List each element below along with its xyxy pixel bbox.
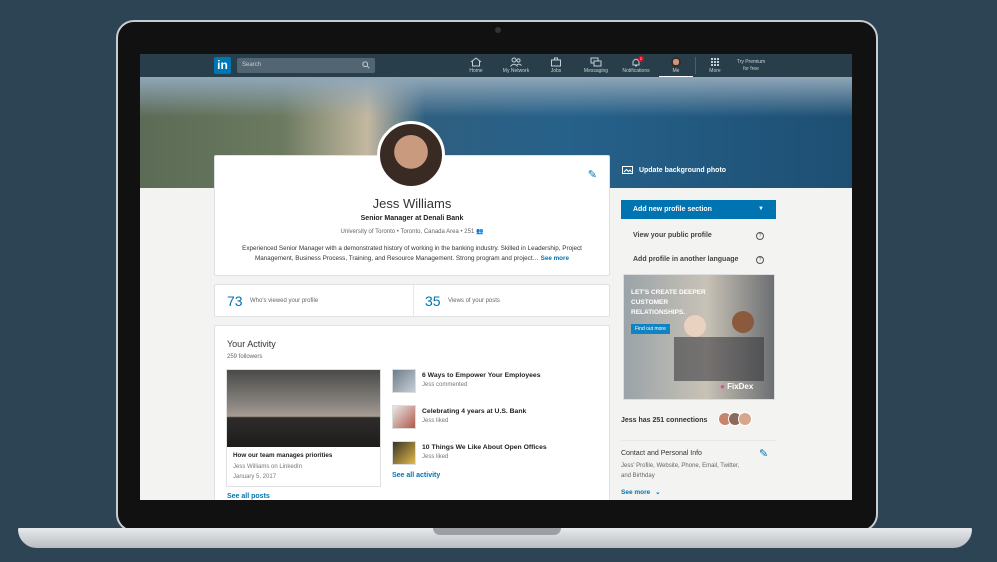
featured-post[interactable]: How our team manages priorities Jess Wil… [226, 369, 381, 487]
laptop-notch [433, 528, 561, 535]
premium-line2: for free [743, 66, 759, 72]
home-icon [470, 57, 482, 67]
search-input[interactable]: Search [237, 58, 375, 73]
ad-person-head [732, 311, 754, 333]
activity-title: Your Activity [227, 339, 276, 349]
followers-count: 259 followers [227, 354, 263, 360]
profile-avatar[interactable] [377, 121, 445, 189]
stats-divider [413, 285, 414, 316]
see-more-link[interactable]: See more [541, 255, 569, 262]
nav-home-label: Home [469, 68, 483, 74]
activity-item-sub: Jess liked [422, 454, 449, 460]
profile-connections-count[interactable]: 251 [464, 229, 474, 235]
views-posts-number: 35 [425, 293, 441, 309]
chevron-down-icon: ⌄ [655, 489, 661, 496]
add-section-label: Add new profile section [633, 206, 712, 213]
nav-messaging[interactable]: Messaging [579, 57, 613, 74]
profile-summary: Experienced Senior Manager with a demons… [229, 244, 595, 264]
summary-text: Experienced Senior Manager with a demons… [242, 245, 582, 262]
profile-school[interactable]: University of Toronto [341, 229, 396, 235]
view-public-profile-link[interactable]: View your public profile [633, 232, 712, 239]
connections-summary[interactable]: Jess has 251 connections [621, 417, 707, 424]
activity-item-title: 10 Things We Like About Open Offices [422, 444, 547, 451]
views-profile-label: Who's viewed your profile [250, 298, 319, 304]
activity-item-title: Celebrating 4 years at U.S. Bank [422, 408, 527, 415]
nav-notifications-label: Notifications [622, 68, 650, 74]
profile-name: Jess Williams [372, 196, 452, 211]
nav-jobs-label: Jobs [550, 68, 562, 74]
nav-notifications[interactable]: 2 Notifications [619, 56, 653, 74]
premium-line1: Try Premium [736, 59, 766, 65]
nav-home[interactable]: Home [459, 57, 493, 74]
see-all-posts-link[interactable]: See all posts [227, 493, 270, 500]
profile-location-line: University of Toronto • Toronto, Canada … [340, 229, 484, 235]
activity-item-title: 6 Ways to Empower Your Employees [422, 372, 541, 379]
activity-card: Your Activity 259 followers How our team… [214, 325, 610, 500]
featured-post-date: January 5, 2017 [233, 474, 277, 480]
activity-thumbnail [392, 369, 416, 393]
nav-more[interactable]: More [698, 57, 732, 74]
avatar-icon [671, 57, 681, 67]
rail-divider [621, 440, 777, 441]
connections-icon: 👥 [475, 229, 484, 235]
help-icon[interactable]: ? [756, 256, 764, 264]
fixdex-ad[interactable]: LET'S CREATE DEEPER CUSTOMER RELATIONSHI… [623, 274, 775, 400]
nav-my-network[interactable]: My Network [499, 57, 533, 74]
photo-icon [622, 166, 633, 174]
contact-info-desc: Jess' Profile, Website, Phone, Email, Tw… [621, 463, 740, 479]
messaging-icon [590, 57, 602, 67]
contact-see-more-label: See more [621, 489, 651, 496]
edit-contact-pencil-icon[interactable]: ✎ [759, 447, 768, 460]
views-posts-label: Views of your posts [448, 298, 500, 304]
stats-card: 73 Who's viewed your profile 35 Views of… [214, 284, 610, 317]
add-profile-section-button[interactable]: Add new profile section ▼ [621, 200, 776, 219]
linkedin-logo[interactable]: in [214, 57, 231, 74]
activity-item-sub: Jess commented [422, 382, 468, 388]
nav-more-label: More [709, 68, 721, 74]
activity-item-sub: Jess liked [422, 418, 449, 424]
views-profile-number: 73 [227, 293, 243, 309]
update-background-label: Update background photo [638, 166, 727, 174]
banner-sky [140, 77, 852, 117]
featured-post-title: How our team manages priorities [233, 452, 333, 459]
search-placeholder: Search [242, 62, 262, 68]
ad-find-out-more-button[interactable]: Find out more [631, 324, 670, 334]
nav-divider [695, 57, 696, 74]
briefcase-icon [551, 57, 561, 67]
fixdex-logo-icon: ● [720, 382, 725, 391]
featured-post-author: Jess Williams on LinkedIn [233, 464, 303, 470]
nav-messaging-label: Messaging [583, 68, 609, 74]
help-icon[interactable]: ? [756, 232, 764, 240]
search-icon[interactable] [362, 61, 370, 69]
profile-headline: Senior Manager at Denali Bank [360, 215, 464, 222]
activity-thumbnail [392, 441, 416, 465]
update-background-photo-button[interactable]: Update background photo [622, 166, 726, 174]
add-language-profile-link[interactable]: Add profile in another language [633, 256, 738, 263]
chevron-down-icon: ▼ [758, 206, 764, 212]
fixdex-logo: ● FixDex [720, 382, 753, 391]
featured-post-image [227, 370, 380, 447]
connection-avatar[interactable] [738, 412, 752, 426]
see-all-activity-link[interactable]: See all activity [392, 472, 440, 479]
try-premium-link[interactable]: Try Premium for free [730, 59, 772, 73]
screen: in Search Home My Network Jobs Messaging… [140, 54, 852, 500]
camera [495, 27, 501, 33]
profile-location: Toronto, Canada Area [400, 229, 459, 235]
nav-me[interactable]: Me [659, 57, 693, 77]
nav-network-label: My Network [502, 68, 530, 74]
nav-me-label: Me [672, 68, 680, 74]
edit-intro-pencil-icon[interactable]: ✎ [588, 168, 597, 181]
contact-see-more-link[interactable]: See more ⌄ [621, 488, 661, 496]
ad-people-illustration [674, 337, 764, 381]
activity-thumbnail [392, 405, 416, 429]
grid-icon [711, 58, 719, 66]
notification-badge: 2 [638, 56, 644, 62]
network-icon [510, 57, 522, 67]
ad-text: LET'S CREATE DEEPER CUSTOMER RELATIONSHI… [631, 289, 706, 316]
contact-info-title: Contact and Personal Info [621, 450, 702, 457]
nav-jobs[interactable]: Jobs [539, 57, 573, 74]
top-nav: in Search Home My Network Jobs Messaging… [140, 54, 852, 77]
ad-person-head [684, 315, 706, 337]
fixdex-brand: FixDex [727, 382, 754, 391]
